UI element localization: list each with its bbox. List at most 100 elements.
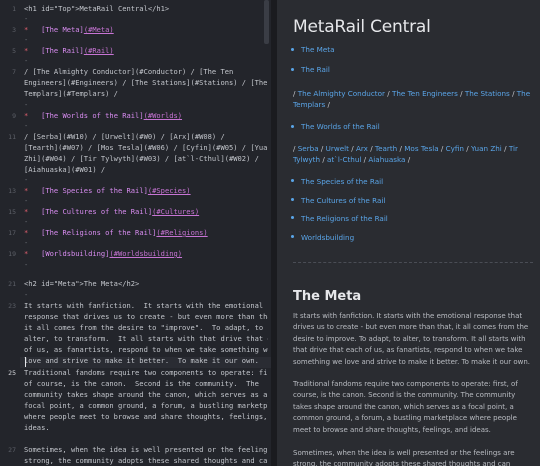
code-line[interactable]: response that drives us to create - but … — [24, 312, 268, 323]
rail-links-paragraph: / The Almighty Conductor / The Ten Engin… — [293, 88, 533, 110]
code-line[interactable]: It starts with fanfiction. It starts wit… — [24, 301, 268, 312]
blank-line-marker: - — [24, 290, 29, 299]
code-line[interactable]: [Tearth](#W07) / [Mos Tesla](#W06) / [Cy… — [24, 143, 268, 154]
line-number: 7 — [12, 68, 16, 76]
code-line[interactable]: Engineers](#Engineers) / [The Stations](… — [24, 78, 268, 89]
blank-line-marker: - — [24, 238, 29, 247]
anchor-link[interactable]: Cyfin — [446, 144, 464, 153]
line-number: 9 — [12, 112, 16, 120]
toc-link[interactable]: The Cultures of the Rail — [291, 195, 388, 214]
section-heading-meta: The Meta — [293, 289, 362, 304]
blank-line-marker: - — [24, 217, 29, 226]
code-line[interactable]: Traditional fandoms require two componen… — [24, 368, 268, 379]
code-line[interactable]: of course, is the canon. Second is the c… — [24, 379, 268, 390]
code-line[interactable]: focal point, a common ground, a forum, a… — [24, 401, 268, 412]
link-anchor: (#Religions) — [156, 228, 208, 237]
separator: / — [367, 144, 375, 153]
code-line[interactable]: * [The Meta](#Meta) — [24, 25, 268, 36]
code-line[interactable]: Zhi](#W04) / [Tir Tylwyth](#W03) / [at`l… — [24, 154, 268, 165]
code-line[interactable]: strong, the community adopts these share… — [24, 456, 268, 466]
toc-link[interactable]: Worldsbuilding — [291, 232, 388, 251]
list-bullet: * — [24, 249, 42, 258]
code-line[interactable]: it all comes from the desire to "improve… — [24, 323, 268, 334]
link-anchor: (#Cultures) — [152, 207, 200, 216]
blank-line-marker: - — [24, 196, 29, 205]
toc-link[interactable]: The Rail — [291, 65, 335, 85]
code-line[interactable]: * [The Cultures of the Rail](#Cultures) — [24, 207, 268, 218]
code-line[interactable]: * [Worldsbuilding](#Worldsbuilding) — [24, 249, 268, 260]
line-number: 5 — [12, 47, 16, 55]
anchor-link[interactable]: Urwelt — [326, 144, 349, 153]
line-number: 21 — [8, 280, 16, 288]
link-anchor: (#Meta) — [83, 25, 114, 34]
line-number: 23 — [8, 302, 16, 310]
code-line[interactable]: ideas. — [24, 423, 268, 434]
list-bullet: * — [24, 207, 42, 216]
world-links-paragraph: / Serba / Urwelt / Arx / Tearth / Mos Te… — [293, 143, 533, 165]
list-bullet: * — [24, 111, 42, 120]
line-number: 17 — [8, 229, 16, 237]
code-line[interactable]: love and strive to make it better. To ma… — [24, 356, 268, 367]
page-title: MetaRail Central — [293, 17, 431, 37]
blank-line-marker: - — [24, 175, 29, 184]
code-line[interactable]: * [The Species of the Rail](#Species) — [24, 186, 268, 197]
anchor-link[interactable]: Serba — [298, 144, 319, 153]
toc-link[interactable]: The Species of the Rail — [291, 176, 388, 195]
toc-link[interactable]: The Religions of the Rail — [291, 213, 388, 232]
link-anchor: (#Worldsbuilding) — [109, 249, 183, 258]
code-line[interactable]: where people meet to browse and share th… — [24, 412, 268, 423]
link-text: [The Worlds of the Rail] — [41, 111, 144, 120]
meta-paragraph-3: Sometimes, when the idea is well present… — [293, 449, 515, 466]
separator: / — [463, 144, 471, 153]
anchor-link[interactable]: Yuan Zhi — [471, 144, 502, 153]
code-line[interactable]: * [The Religions of the Rail](#Religions… — [24, 228, 268, 239]
meta-paragraph-2: Traditional fandoms require two componen… — [293, 380, 518, 434]
anchor-link[interactable]: at`l-Cthul — [327, 155, 361, 164]
line-number: 3 — [12, 26, 16, 34]
anchor-link[interactable]: The Ten Engineers — [392, 89, 458, 98]
anchor-link[interactable]: The Almighty Conductor — [298, 89, 385, 98]
line-number: 13 — [8, 187, 16, 195]
code-line[interactable]: / [Serba](#W10) / [Urwelt](#W0) / [Arx](… — [24, 132, 268, 143]
code-line[interactable]: of us, as fanartists, respond to when we… — [24, 345, 268, 356]
code-line[interactable]: [Aiahuaska](#W01) / — [24, 165, 268, 176]
code-line[interactable]: Templars](#Templars) / — [24, 89, 268, 100]
separator: / — [320, 155, 328, 164]
editor-scrollbar[interactable] — [264, 0, 269, 44]
toc-link[interactable]: The Meta — [291, 45, 335, 65]
list-bullet: * — [24, 25, 42, 34]
code-line[interactable]: / [The Almighty Conductor](#Conductor) /… — [24, 67, 268, 78]
list-bullet: * — [24, 228, 42, 237]
anchor-link[interactable]: The Stations — [465, 89, 510, 98]
separator: / — [438, 144, 446, 153]
code-line[interactable]: * [The Worlds of the Rail](#Worlds) — [24, 111, 268, 122]
anchor-link[interactable]: Arx — [356, 144, 368, 153]
line-number: 15 — [8, 208, 16, 216]
line-number: 27 — [8, 446, 16, 454]
anchor-link[interactable]: Tearth — [375, 144, 397, 153]
anchor-link[interactable]: Mos Tesla — [404, 144, 438, 153]
link-text: [The Cultures of the Rail] — [41, 207, 153, 216]
list-bullet: * — [24, 186, 42, 195]
code-line[interactable]: community takes shape around the canon, … — [24, 390, 268, 401]
blank-line-marker: - — [24, 56, 29, 65]
anchor-link[interactable]: Aiahuaska — [368, 155, 405, 164]
blank-line-marker: - — [24, 121, 29, 130]
code-line[interactable]: <h2 id="Meta">The Meta</h2> — [24, 279, 268, 290]
code-line[interactable]: alter, to transform. It all starts with … — [24, 334, 268, 345]
line-number: 1 — [12, 5, 16, 13]
link-text: [The Meta] — [41, 25, 84, 34]
list-bullet: * — [24, 46, 42, 55]
separator: / — [348, 144, 356, 153]
markdown-editor[interactable]: 1 <h1 id="Top">MetaRail Central</h1> 3 * [T… — [0, 0, 271, 466]
link-anchor: (#Species) — [147, 186, 191, 195]
markdown-preview: MetaRail Central The Meta The Rail / The … — [277, 0, 540, 466]
separator: / — [509, 89, 517, 98]
blank-line-marker: - — [24, 260, 29, 269]
toc-link[interactable]: The Worlds of the Rail — [291, 122, 380, 134]
blank-line-marker: - — [24, 100, 29, 109]
code-line[interactable]: <h1 id="Top">MetaRail Central</h1> — [24, 4, 268, 15]
code-line[interactable]: Sometimes, when the idea is well present… — [24, 445, 268, 456]
code-line[interactable]: * [The Rail](#Rail) — [24, 46, 268, 57]
toc-list-top: The Meta The Rail — [291, 45, 335, 85]
